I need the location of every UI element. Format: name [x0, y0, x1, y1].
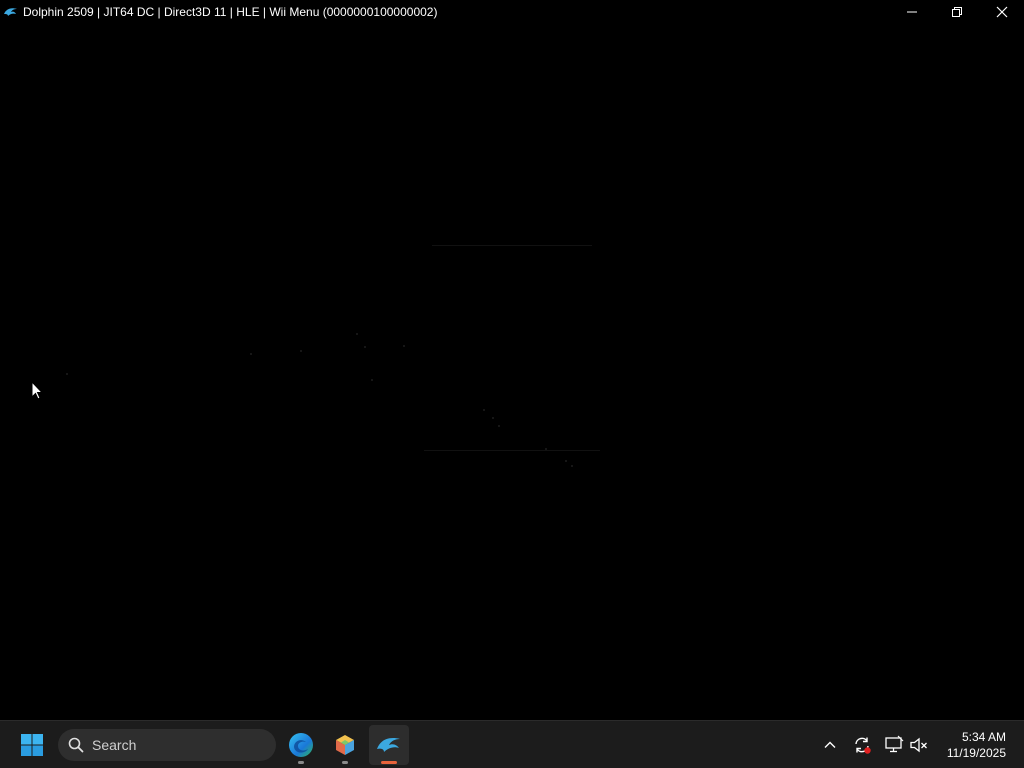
network-tray-button[interactable] [882, 733, 906, 757]
system-clock[interactable]: 5:34 AM 11/19/2025 [947, 729, 1006, 761]
render-artifact [356, 333, 358, 335]
volume-tray-button[interactable] [907, 733, 931, 757]
search-label: Search [92, 737, 137, 753]
chevron-up-icon [824, 741, 836, 748]
render-artifact [371, 379, 373, 381]
windows-logo-icon [21, 734, 43, 756]
render-artifact [483, 409, 485, 411]
taskbar-search-box[interactable]: Search [58, 729, 276, 761]
taskbar-app-box[interactable] [325, 725, 365, 765]
network-icon [885, 735, 904, 753]
window-titlebar[interactable]: Dolphin 2509 | JIT64 DC | Direct3D 11 | … [0, 0, 1024, 23]
emulator-render-area[interactable] [0, 23, 1024, 720]
start-button[interactable] [12, 725, 52, 765]
close-button[interactable] [979, 0, 1024, 23]
dolphin-icon [3, 6, 19, 18]
window-controls [889, 0, 1024, 23]
render-artifact-line [432, 245, 592, 246]
render-artifact [492, 417, 494, 419]
close-icon [996, 6, 1007, 17]
running-indicator [298, 761, 304, 764]
running-indicator [342, 761, 348, 764]
clock-time: 5:34 AM [961, 730, 1006, 744]
render-artifact [66, 373, 68, 375]
speaker-muted-icon [910, 737, 927, 753]
sync-icon [855, 737, 871, 754]
taskbar-app-edge[interactable] [281, 725, 321, 765]
minimize-button[interactable] [889, 0, 934, 23]
clock-date: 11/19/2025 [946, 746, 1006, 760]
render-artifact [250, 353, 252, 355]
minimize-icon [906, 11, 917, 12]
restore-icon [951, 6, 962, 17]
render-artifact [300, 350, 302, 352]
taskbar: Search 5:34 AM 11/19/2025 [0, 720, 1024, 768]
box-app-icon [336, 735, 354, 755]
edge-icon [289, 733, 313, 757]
render-artifact [403, 345, 405, 347]
search-icon [68, 737, 84, 753]
sync-tray-button[interactable] [850, 733, 874, 757]
show-hidden-icons-button[interactable] [818, 733, 842, 757]
active-indicator [381, 761, 397, 764]
render-artifact [545, 448, 547, 450]
window-title: Dolphin 2509 | JIT64 DC | Direct3D 11 | … [23, 4, 438, 19]
dolphin-icon [377, 738, 400, 752]
restore-button[interactable] [934, 0, 979, 23]
render-artifact [364, 346, 366, 348]
taskbar-app-dolphin[interactable] [369, 725, 409, 765]
render-artifact-line [424, 450, 600, 451]
render-artifact [571, 465, 573, 467]
mouse-pointer-icon [31, 380, 44, 406]
render-artifact [565, 460, 567, 462]
render-artifact [498, 425, 500, 427]
